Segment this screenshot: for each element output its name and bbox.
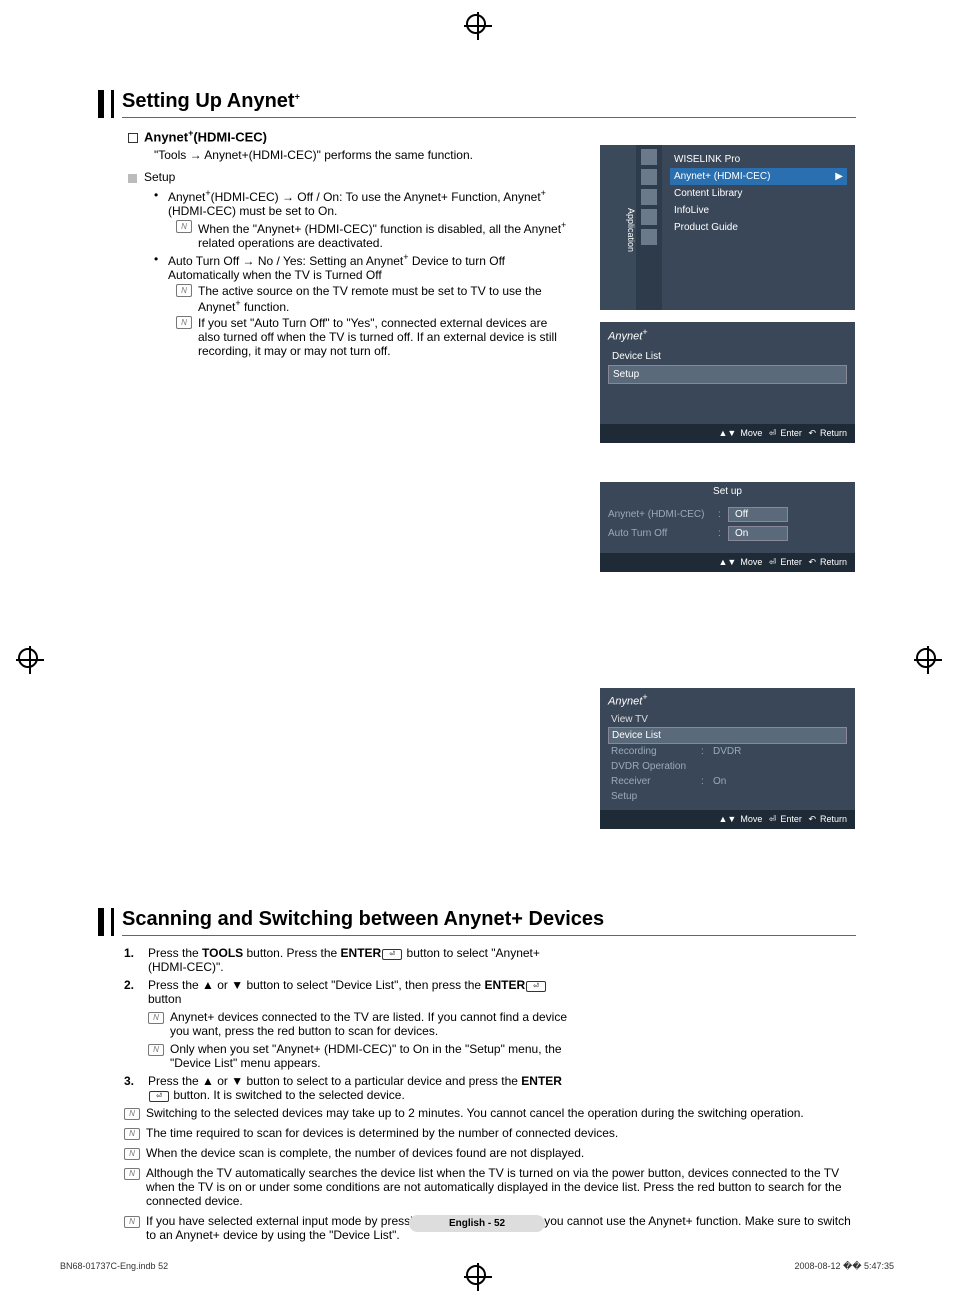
note-disabled: N When the "Anynet+ (HDMI-CEC)" function… bbox=[176, 220, 568, 250]
doc-footer-left: BN68-01737C-Eng.indb 52 bbox=[60, 1261, 168, 1271]
return-icon: ↶ bbox=[808, 814, 816, 824]
return-icon: ↶ bbox=[808, 428, 816, 438]
enter-icon: ⏎ bbox=[769, 557, 777, 567]
osd-item: Product Guide bbox=[670, 219, 847, 236]
step-1: 1. Press the TOOLS button. Press the ENT… bbox=[124, 946, 568, 974]
chevron-right-icon: ▶ bbox=[835, 171, 843, 182]
osd-setup-panel: Set up Anynet+ (HDMI-CEC): Off Auto Turn… bbox=[600, 482, 855, 572]
section-title: Setting Up Anynet+ bbox=[122, 90, 856, 118]
registration-mark bbox=[466, 1265, 486, 1285]
osd-title: Anynet+ bbox=[600, 322, 855, 348]
osd-row: Setup bbox=[608, 789, 847, 804]
note-icon: N bbox=[124, 1128, 140, 1140]
doc-footer-right: 2008-08-12 �� 5:47:35 bbox=[794, 1261, 894, 1272]
subsection-anynet-cec: Anynet+(HDMI-CEC) bbox=[128, 128, 568, 144]
osd-row: View TV bbox=[608, 712, 847, 727]
updown-icon: ▲▼ bbox=[719, 557, 737, 567]
note-scan-complete: N When the device scan is complete, the … bbox=[124, 1146, 856, 1160]
note-icon: N bbox=[148, 1012, 164, 1024]
note-icon: N bbox=[176, 284, 192, 297]
note-active-source: N The active source on the TV remote mus… bbox=[176, 284, 568, 314]
note-scan-time: N The time required to scan for devices … bbox=[124, 1126, 856, 1140]
enter-icon: ⏎ bbox=[769, 814, 777, 824]
osd-item-selected: Anynet+ (HDMI-CEC)▶ bbox=[670, 168, 847, 185]
section-scanning: Scanning and Switching between Anynet+ D… bbox=[98, 908, 856, 936]
osd-row-anynet-cec: Anynet+ (HDMI-CEC): Off bbox=[608, 505, 847, 524]
enter-icon: ⏎ bbox=[769, 428, 777, 438]
registration-mark bbox=[466, 14, 486, 34]
note-auto-search: N Although the TV automatically searches… bbox=[124, 1166, 856, 1208]
osd-row-auto-turnoff: Auto Turn Off: On bbox=[608, 524, 847, 543]
osd-icon-column bbox=[636, 145, 662, 310]
osd-footer: ▲▼Move ⏎Enter ↶Return bbox=[600, 810, 855, 829]
updown-icon: ▲▼ bbox=[719, 428, 737, 438]
osd-row: DVDR Operation bbox=[608, 759, 847, 774]
osd-row: Recording:DVDR bbox=[608, 744, 847, 759]
step2-note-1: N Anynet+ devices connected to the TV ar… bbox=[148, 1010, 568, 1038]
osd-footer: ▲▼Move ⏎Enter ↶Return bbox=[600, 424, 855, 443]
osd-title: Anynet+ bbox=[600, 688, 855, 712]
osd-footer: ▲▼Move ⏎Enter ↶Return bbox=[600, 553, 855, 572]
note-icon: N bbox=[124, 1168, 140, 1180]
osd-item-selected: Setup bbox=[608, 365, 847, 384]
osd-item: Device List bbox=[608, 348, 847, 365]
return-icon: ↶ bbox=[808, 557, 816, 567]
note-icon: N bbox=[124, 1148, 140, 1160]
note-switching-time: N Switching to the selected devices may … bbox=[124, 1106, 856, 1120]
osd-row-selected: Device List bbox=[608, 727, 847, 744]
note-icon: N bbox=[176, 220, 192, 233]
gray-square-icon bbox=[128, 174, 137, 183]
note-icon: N bbox=[148, 1044, 164, 1056]
section-title: Scanning and Switching between Anynet+ D… bbox=[122, 908, 856, 936]
osd-item: InfoLive bbox=[670, 202, 847, 219]
osd-title: Set up bbox=[600, 482, 855, 501]
updown-icon: ▲▼ bbox=[719, 814, 737, 824]
osd-anynet-devices: Anynet+ View TV Device List Recording:DV… bbox=[600, 688, 855, 829]
osd-item: Content Library bbox=[670, 185, 847, 202]
registration-mark bbox=[916, 648, 936, 668]
square-bullet-icon bbox=[128, 133, 138, 143]
section-setting-up: Setting Up Anynet+ bbox=[98, 90, 856, 118]
note-auto-turnoff-yes: N If you set "Auto Turn Off" to "Yes", c… bbox=[176, 316, 568, 358]
note-icon: N bbox=[124, 1108, 140, 1120]
osd-application-menu: Application WISELINK Pro Anynet+ (HDMI-C… bbox=[600, 145, 855, 310]
osd-row: Receiver:On bbox=[608, 774, 847, 789]
step-3: 3. Press the ▲ or ▼ button to select to … bbox=[124, 1074, 568, 1102]
step-2: 2. Press the ▲ or ▼ button to select "De… bbox=[124, 978, 568, 1006]
note-icon: N bbox=[176, 316, 192, 329]
osd-tab-application: Application bbox=[600, 145, 636, 310]
enter-icon: ⏎ bbox=[526, 981, 546, 992]
registration-mark bbox=[18, 648, 38, 668]
enter-icon: ⏎ bbox=[382, 949, 402, 960]
setup-label: Setup bbox=[128, 170, 568, 184]
page-number-footer: English - 52 bbox=[0, 1215, 954, 1232]
bullet-auto-turnoff: • Auto Turn Off → No / Yes: Setting an A… bbox=[154, 252, 568, 282]
step2-note-2: N Only when you set "Anynet+ (HDMI-CEC)"… bbox=[148, 1042, 568, 1070]
tools-note: "Tools → Anynet+(HDMI-CEC)" performs the… bbox=[154, 148, 568, 162]
bullet-anynet-cec-onoff: • Anynet+(HDMI-CEC) → Off / On: To use t… bbox=[154, 188, 568, 218]
osd-anynet-menu: Anynet+ Device List Setup ▲▼Move ⏎Enter … bbox=[600, 322, 855, 443]
enter-icon: ⏎ bbox=[149, 1091, 169, 1102]
osd-item: WISELINK Pro bbox=[670, 151, 847, 168]
